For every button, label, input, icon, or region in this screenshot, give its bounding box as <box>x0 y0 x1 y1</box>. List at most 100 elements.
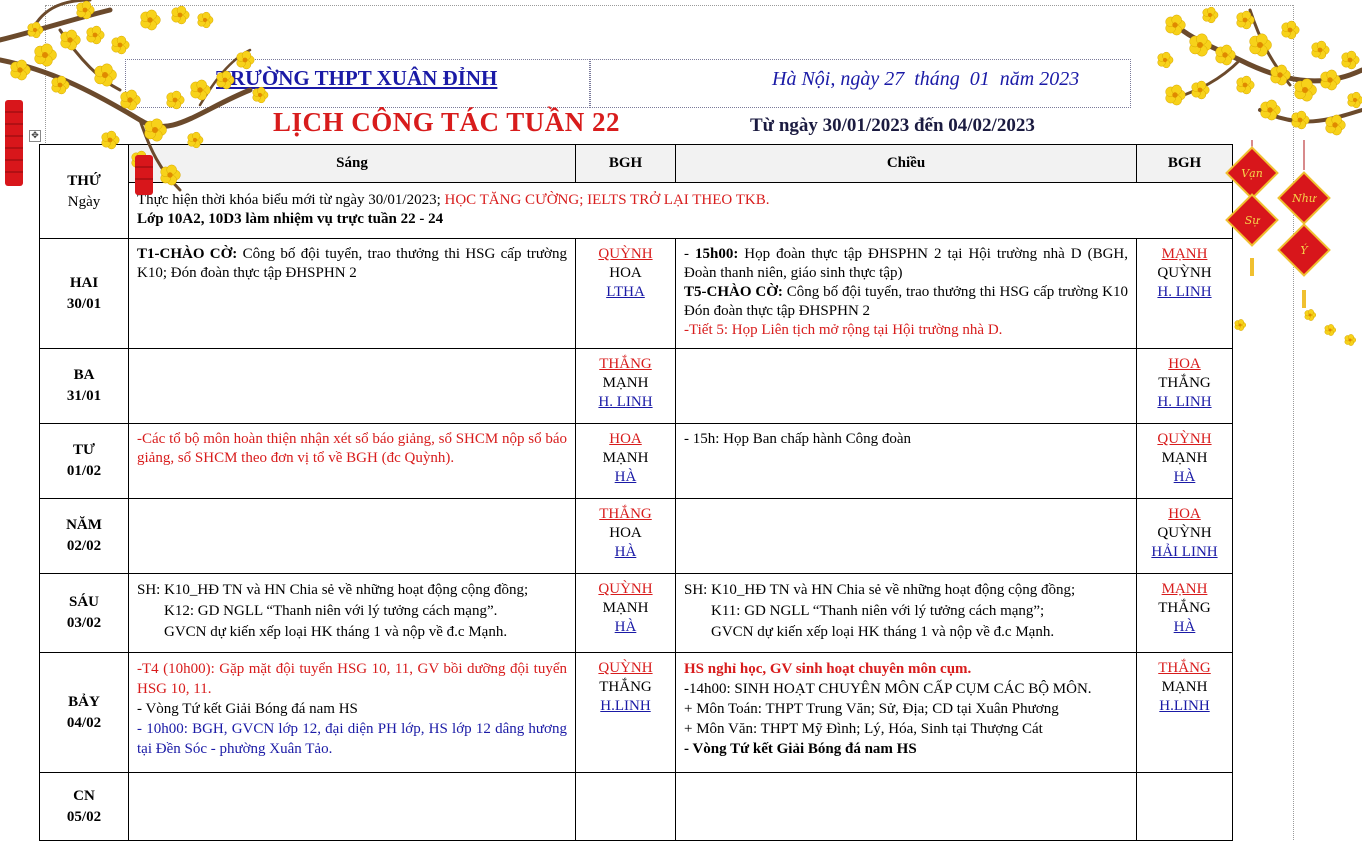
blossom-icon <box>10 59 31 81</box>
staff-link[interactable]: LTHA <box>576 283 675 302</box>
date-range: Từ ngày 30/01/2023 đến 04/02/2023 <box>750 115 1035 136</box>
afternoon-red-text: -Tiết 5: Họp Liên tịch mở rộng tại Hội t… <box>684 322 1003 338</box>
staff-name: THẮNG <box>1158 600 1211 616</box>
bgh-afternoon-cell: HOA QUỲNH HẢI LINH <box>1136 498 1233 574</box>
morning-cell <box>128 772 576 841</box>
staff-name: MẠNH <box>1161 450 1208 466</box>
blossom-icon <box>1157 51 1174 69</box>
lantern-text: Như <box>1291 192 1317 205</box>
afternoon-line: -14h00: SINH HOẠT CHUYÊN MÔN CẤP CỤM CÁC… <box>684 681 1092 697</box>
day-name: NĂM <box>66 517 102 533</box>
blossom-icon <box>1311 40 1330 60</box>
afternoon-cell: - 15h: Họp Ban chấp hành Công đoàn <box>675 423 1137 499</box>
table-row: HAI 30/01 T1-CHÀO CỜ: Công bố đội tuyển,… <box>39 238 1233 349</box>
blossom-icon <box>86 25 105 45</box>
table-row: BA 31/01 THẮNG MẠNH H. LINH HOA THẮNG H.… <box>39 348 1233 424</box>
afternoon-line: K11: GD NGLL “Thanh niên với lý tưởng cá… <box>711 603 1045 619</box>
blossom-icon <box>190 79 211 101</box>
staff-link[interactable]: THẮNG <box>1137 659 1232 678</box>
blossom-icon <box>1325 114 1346 136</box>
day-name: CN <box>73 787 95 804</box>
day-name: SÁU <box>68 594 99 610</box>
staff-link[interactable]: H. LINH <box>1137 393 1232 412</box>
staff-link[interactable]: H.LINH <box>576 697 675 716</box>
staff-link[interactable]: H.LINH <box>1137 697 1232 716</box>
morning-cell <box>128 498 576 574</box>
bgh-morning-cell <box>575 772 676 841</box>
lantern-text: Vạn <box>1241 167 1263 180</box>
schedule-table: THỨ Ngày Sáng BGH Chiều BGH Thực hiện th… <box>39 144 1233 841</box>
bgh-morning-cell: THẮNG MẠNH H. LINH <box>575 348 676 424</box>
blossom-icon <box>252 86 269 104</box>
afternoon-cell: HS nghỉ học, GV sinh hoạt chuyên môn cụm… <box>675 652 1137 773</box>
bgh-afternoon-cell: QUỲNH MẠNH HÀ <box>1136 423 1233 499</box>
afternoon-header: Chiều <box>675 144 1137 183</box>
afternoon-bold-text: 15h00: <box>694 246 739 262</box>
day-cell: CN 05/02 <box>39 772 129 841</box>
blossom-icon <box>27 21 44 39</box>
staff-link[interactable]: QUỲNH <box>576 580 675 599</box>
staff-link[interactable]: HÀ <box>576 618 675 637</box>
staff-link[interactable]: MẠNH <box>1137 580 1232 599</box>
day-cell: SÁU 03/02 <box>39 573 129 653</box>
bgh-morning-header: BGH <box>575 144 676 183</box>
day-cell: NĂM 02/02 <box>39 498 129 574</box>
blossom-icon <box>34 43 57 67</box>
staff-link[interactable]: HÀ <box>576 543 675 562</box>
blossom-icon <box>1215 44 1236 66</box>
blossom-icon <box>60 29 81 51</box>
staff-link[interactable]: HÀ <box>1137 468 1232 487</box>
staff-name: HOA <box>609 265 642 281</box>
lucky-lantern-icon: Vạn Như Sự Ý <box>1225 140 1331 308</box>
morning-cell: T1-CHÀO CỜ: Công bố đội tuyển, trao thưở… <box>128 238 576 349</box>
day-cell: BẢY 04/02 <box>39 652 129 773</box>
morning-cell: SH: K10_HĐ TN và HN Chia sẻ về những hoạ… <box>128 573 576 653</box>
staff-link[interactable]: QUỲNH <box>576 245 675 264</box>
duty-classes-text: Lớp 10A2, 10D3 làm nhiệm vụ trực tuần 22… <box>137 211 444 227</box>
blossom-icon <box>1341 50 1360 70</box>
bgh-morning-cell: QUỲNH MẠNH HÀ <box>575 573 676 653</box>
blossom-icon <box>216 70 235 90</box>
bgh-afternoon-cell: MẠNH THẮNG HÀ <box>1136 573 1233 653</box>
staff-link[interactable]: H. LINH <box>576 393 675 412</box>
staff-name: HOA <box>609 525 642 541</box>
blossom-icon <box>236 50 255 70</box>
blossom-icon <box>1165 84 1186 106</box>
bgh-afternoon-cell <box>1136 772 1233 841</box>
day-cell: BA 31/01 <box>39 348 129 424</box>
blossom-icon <box>1344 334 1356 346</box>
afternoon-line: SH: K10_HĐ TN và HN Chia sẻ về những hoạ… <box>684 582 1076 598</box>
staff-link[interactable]: HÀ <box>1137 618 1232 637</box>
bgh-morning-cell: THẮNG HOA HÀ <box>575 498 676 574</box>
staff-name: THẮNG <box>1158 375 1211 391</box>
staff-name: MẠNH <box>1161 679 1208 695</box>
afternoon-bold-text: T5-CHÀO CỜ: <box>684 284 783 300</box>
staff-link[interactable]: HOA <box>1137 505 1232 524</box>
blossom-icon <box>171 5 190 25</box>
staff-name: QUỲNH <box>1157 525 1212 541</box>
staff-link[interactable]: THẮNG <box>576 505 675 524</box>
staff-link[interactable]: QUỲNH <box>576 659 675 678</box>
afternoon-line: GVCN dự kiến xếp loại HK tháng 1 và nộp … <box>711 624 1055 640</box>
blossom-icon <box>1281 20 1300 40</box>
day-name: HAI <box>69 274 99 291</box>
table-row: NĂM 02/02 THẮNG HOA HÀ HOA QUỲNH HẢI LIN… <box>39 498 1233 574</box>
afternoon-cell: - 15h00: Họp đoàn thực tập ĐHSPHN 2 tại … <box>675 238 1137 349</box>
day-name: TƯ <box>73 442 95 458</box>
firecracker-icon <box>5 100 153 195</box>
staff-link[interactable]: HÀ <box>576 468 675 487</box>
staff-name: THẮNG <box>599 679 652 695</box>
morning-cell <box>128 348 576 424</box>
staff-link[interactable]: THẮNG <box>576 355 675 374</box>
staff-link[interactable]: HẢI LINH <box>1137 543 1232 562</box>
afternoon-cell <box>675 348 1137 424</box>
table-row: SÁU 03/02 SH: K10_HĐ TN và HN Chia sẻ về… <box>39 573 1233 653</box>
staff-link[interactable]: QUỲNH <box>1137 430 1232 449</box>
bgh-morning-cell: HOA MẠNH HÀ <box>575 423 676 499</box>
staff-link[interactable]: HOA <box>576 430 675 449</box>
day-date: 30/01 <box>66 295 102 312</box>
blossom-icon <box>187 131 204 149</box>
afternoon-red-text: HS nghỉ học, GV sinh hoạt chuyên môn cụm… <box>684 661 972 677</box>
morning-red-text: -T4 (10h00): Gặp mặt đội tuyển HSG 10, 1… <box>137 661 567 697</box>
day-cell: TƯ 01/02 <box>39 423 129 499</box>
